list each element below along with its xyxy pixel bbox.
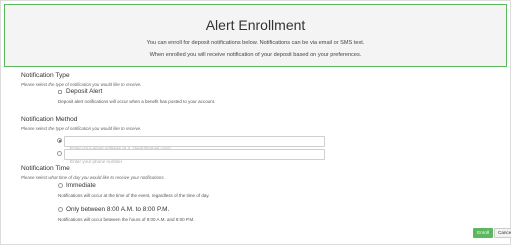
header-description-line-1: You can enroll for deposit notifications… <box>146 40 365 46</box>
time-window-label: Only between 8:00 A.M. to 8:00 P.M. <box>66 206 170 213</box>
deposit-alert-checkbox[interactable] <box>58 90 62 94</box>
email-method-radio[interactable] <box>57 138 62 143</box>
notification-time-heading: Notification Time <box>21 165 70 172</box>
enroll-button[interactable]: Enroll <box>473 228 493 238</box>
phone-method-radio[interactable] <box>57 151 62 156</box>
time-window-description: Notifications will occur between the hou… <box>58 217 195 222</box>
immediate-label: Immediate <box>66 182 96 189</box>
header-description-line-2: When enrolled you will receive notificat… <box>149 52 362 58</box>
time-window-radio[interactable] <box>58 207 63 212</box>
email-field[interactable] <box>64 136 325 153</box>
immediate-radio[interactable] <box>58 183 63 188</box>
phone-field[interactable] <box>64 149 325 166</box>
notification-method-heading: Notification Method <box>21 116 78 123</box>
deposit-alert-label: Deposit Alert <box>66 88 103 95</box>
page-title: Alert Enrollment <box>205 17 306 33</box>
immediate-description: Notifications will occur at the time of … <box>58 193 210 198</box>
notification-type-heading: Notification Type <box>21 72 70 79</box>
notification-method-hint: Please select the type of notification y… <box>21 126 142 131</box>
notification-time-hint: Please select what time of day you would… <box>21 175 165 180</box>
phone-input[interactable] <box>65 157 324 166</box>
header-panel: Alert Enrollment You can enroll for depo… <box>4 4 507 67</box>
notification-type-hint: Please select the type of notification y… <box>21 82 142 87</box>
alert-enrollment-page: Alert Enrollment You can enroll for depo… <box>0 0 511 245</box>
cancel-button[interactable]: Cancel <box>494 228 511 238</box>
deposit-alert-description: Deposit alert notifications will occur w… <box>58 99 216 104</box>
